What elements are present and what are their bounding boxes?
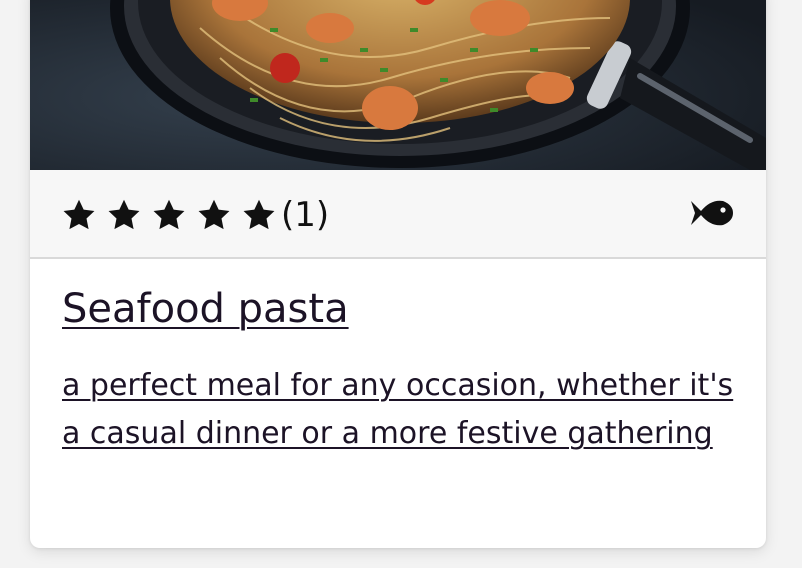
recipe-card[interactable]: (1) Seafood pasta a perfect meal for any… (30, 0, 766, 548)
star-icon (108, 199, 140, 230)
recipe-description[interactable]: a perfect meal for any occasion, whether… (62, 362, 742, 458)
star-icon (198, 199, 230, 230)
recipe-photo[interactable] (30, 0, 766, 170)
recipe-title[interactable]: Seafood pasta (62, 278, 349, 340)
star-rating[interactable]: (1) (61, 195, 329, 235)
recipe-body: Seafood pasta a perfect meal for any occ… (62, 278, 742, 458)
star-icon (243, 199, 275, 230)
star-icon (63, 199, 95, 230)
star-icon (153, 199, 185, 230)
fish-icon (691, 200, 733, 226)
rating-count: (1) (281, 195, 330, 235)
rating-bar: (1) (30, 170, 766, 259)
